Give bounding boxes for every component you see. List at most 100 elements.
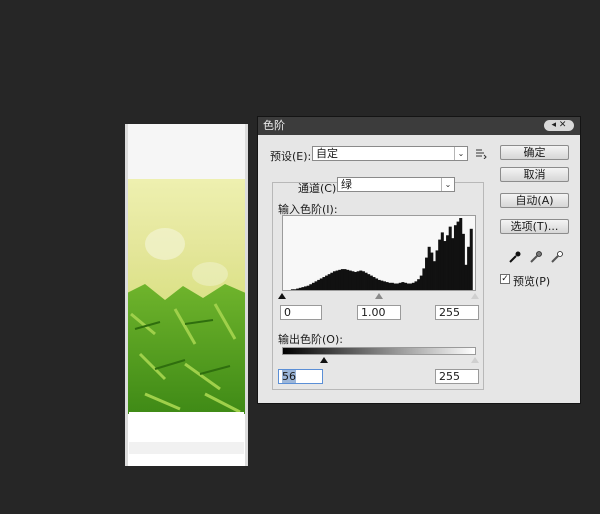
histogram-bin [340, 269, 344, 290]
close-icon[interactable]: ◂ ✕ [544, 120, 574, 131]
histogram-bin [417, 279, 421, 290]
chevron-down-icon: ⌄ [454, 147, 467, 160]
histogram-bin [385, 282, 389, 290]
histogram-bin [401, 282, 405, 290]
histogram-bin [456, 221, 460, 290]
white-eyedropper-icon[interactable] [550, 250, 564, 264]
histogram-bin [469, 228, 473, 290]
gray-eyedropper-icon[interactable] [529, 250, 543, 264]
histogram-bin [453, 225, 457, 290]
histogram-bin [304, 286, 308, 290]
histogram-bin [301, 287, 305, 290]
histogram-bin [438, 239, 442, 290]
histogram-bin [348, 270, 352, 290]
output-black-field[interactable]: 56 [278, 369, 323, 384]
output-white-field[interactable]: 255 [435, 369, 479, 384]
histogram-bin [422, 268, 426, 290]
histogram-bin [356, 271, 360, 290]
histogram-bin [414, 281, 418, 290]
histogram-bin [322, 277, 326, 290]
histogram-bin [419, 275, 423, 290]
channel-value: 绿 [341, 178, 352, 191]
channel-label: 通道(C): [298, 182, 340, 195]
histogram-bin [359, 270, 363, 290]
histogram-bin [467, 246, 471, 290]
histogram-bin [325, 275, 329, 290]
histogram-bin [375, 278, 379, 290]
output-gradient-bar [282, 347, 476, 355]
histogram-bin [327, 274, 331, 290]
histogram-bin [451, 238, 455, 290]
preset-value: 自定 [316, 147, 338, 160]
histogram-bin [403, 282, 408, 290]
histogram-plot [290, 218, 473, 290]
output-black-slider[interactable] [320, 357, 328, 363]
histogram-bin [430, 252, 434, 290]
histogram-bin [346, 269, 350, 290]
histogram-bin [388, 282, 392, 290]
histogram-bin [435, 250, 439, 290]
dialog-titlebar[interactable]: 色阶 ◂ ✕ [258, 117, 580, 135]
histogram-bin [459, 218, 463, 290]
levels-dialog: 色阶 ◂ ✕ 预设(E): 自定 ⌄ 确定 取消 自动(A) 选项(T)... … [257, 116, 581, 404]
histogram-bin [296, 288, 300, 290]
histogram-bin [343, 269, 347, 290]
histogram-bin [377, 279, 381, 290]
options-button[interactable]: 选项(T)... [500, 219, 569, 234]
input-gamma-field[interactable]: 1.00 [357, 305, 401, 320]
histogram-bin [338, 269, 342, 290]
histogram-bin [354, 272, 358, 290]
histogram-bin [293, 289, 297, 290]
output-black-value: 56 [282, 370, 296, 383]
list-options-icon[interactable] [475, 148, 487, 160]
histogram-bin [380, 280, 384, 290]
histogram-bin [367, 274, 371, 290]
histogram-bin [446, 235, 450, 290]
input-white-field[interactable]: 255 [435, 305, 479, 320]
histogram-bin [309, 284, 313, 290]
preset-label: 预设(E): [270, 150, 312, 163]
histogram-bin [372, 277, 376, 290]
dialog-title: 色阶 [263, 119, 285, 132]
chevron-down-icon: ⌄ [441, 178, 454, 191]
histogram-bin [390, 282, 394, 290]
auto-button[interactable]: 自动(A) [500, 193, 569, 208]
histogram-bin [332, 271, 336, 290]
ok-button[interactable]: 确定 [500, 145, 569, 160]
histogram-bin [306, 285, 310, 290]
histogram-bin [311, 282, 315, 290]
histogram [282, 215, 476, 291]
channel-select[interactable]: 绿 ⌄ [337, 177, 455, 192]
histogram-bin [464, 264, 468, 290]
output-levels-label: 输出色阶(O): [278, 333, 343, 346]
histogram-bin [427, 246, 431, 290]
input-gamma-slider[interactable] [375, 293, 383, 299]
output-white-slider[interactable] [471, 357, 479, 363]
histogram-bin [369, 275, 373, 290]
preset-select[interactable]: 自定 ⌄ [312, 146, 468, 161]
histogram-bin [440, 232, 444, 290]
histogram-bin [406, 283, 410, 290]
histogram-bin [364, 272, 368, 290]
preview-checkbox[interactable]: ✓ [500, 274, 510, 284]
cancel-button[interactable]: 取消 [500, 167, 569, 182]
black-eyedropper-icon[interactable] [508, 250, 522, 264]
histogram-bin [319, 278, 323, 290]
histogram-bin [382, 281, 386, 290]
input-black-field[interactable]: 0 [280, 305, 322, 320]
histogram-bin [409, 283, 413, 290]
histogram-bin [411, 282, 415, 290]
histogram-bin [432, 261, 436, 290]
histogram-bin [335, 270, 339, 290]
histogram-bin [443, 241, 447, 290]
histogram-bin [398, 282, 402, 290]
histogram-bin [317, 279, 321, 290]
input-black-slider[interactable] [278, 293, 286, 299]
histogram-bin [330, 272, 334, 290]
histogram-bin [314, 281, 318, 290]
tea-glass-image [125, 124, 248, 466]
input-white-slider[interactable] [471, 293, 479, 299]
histogram-bin [298, 287, 302, 290]
histogram-bin [361, 271, 365, 290]
histogram-bin [290, 289, 294, 290]
